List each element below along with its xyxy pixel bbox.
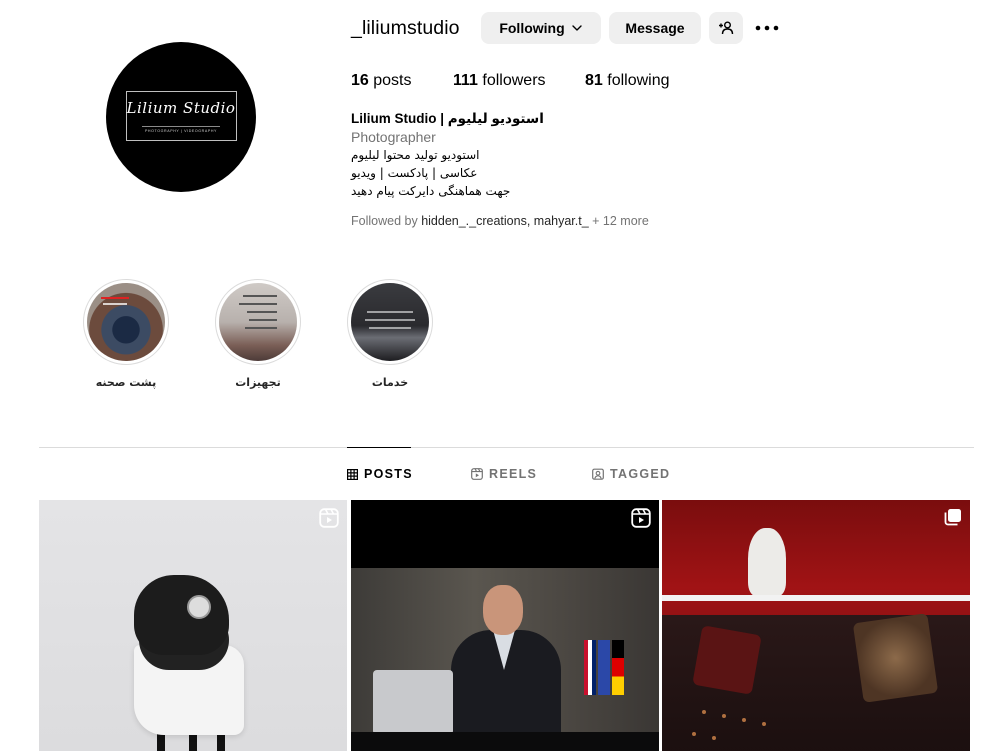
- tagged-icon: [592, 468, 604, 480]
- followed-by-prefix: Followed by: [351, 214, 422, 228]
- profile-avatar[interactable]: Lilium Studio PHOTOGRAPHY | VIDEOGRAPHY: [106, 42, 256, 192]
- highlight-ring: [83, 279, 169, 365]
- message-button-label: Message: [625, 20, 685, 36]
- post-image-glove: [134, 575, 229, 655]
- reels-icon: [471, 468, 483, 480]
- post-image-person: [451, 585, 561, 745]
- highlight-services[interactable]: خدمات: [347, 279, 433, 389]
- tab-posts[interactable]: POSTS: [347, 467, 413, 481]
- tab-label: TAGGED: [610, 467, 671, 481]
- post-tile[interactable]: [351, 500, 659, 751]
- followers-count: 111: [453, 72, 478, 89]
- highlight-thumbnail: [87, 283, 165, 361]
- highlight-behind-the-scenes[interactable]: پشت صحنه: [83, 279, 169, 389]
- highlight-label: تجهیزات: [235, 376, 281, 389]
- tab-tagged[interactable]: TAGGED: [592, 467, 670, 481]
- following-label: following: [607, 72, 670, 89]
- post-image-bust: [748, 528, 786, 596]
- post-image-laptop: [373, 670, 453, 735]
- posts-count: 16: [351, 72, 369, 89]
- bio-line: عکاسی | پادکست | ویدیو: [351, 166, 478, 180]
- stat-posts: 16 posts: [351, 72, 412, 90]
- stat-following[interactable]: 81 following: [585, 72, 670, 90]
- grid-icon: [347, 468, 358, 480]
- chevron-down-icon: [571, 25, 582, 31]
- highlight-ring: [215, 279, 301, 365]
- bio-line: جهت هماهنگی دایرکت پیام دهید: [351, 184, 511, 198]
- post-tile[interactable]: [39, 500, 347, 751]
- following-button[interactable]: Following: [481, 12, 601, 44]
- active-tab-indicator: [347, 447, 411, 448]
- highlight-thumbnail: [351, 283, 429, 361]
- carousel-icon: [944, 509, 961, 526]
- message-button[interactable]: Message: [609, 12, 701, 44]
- followed-by-account[interactable]: hidden_._creations: [421, 214, 527, 228]
- bio-line: استودیو تولید محتوا لیلیوم: [351, 148, 480, 162]
- followers-label: followers: [482, 72, 546, 89]
- stat-followers[interactable]: 111 followers: [453, 72, 546, 90]
- tab-label: POSTS: [364, 467, 413, 481]
- followed-by: Followed by hidden_._creations, mahyar.t…: [351, 214, 649, 228]
- tabs-divider: [39, 447, 974, 448]
- following-count: 81: [585, 72, 603, 89]
- tab-label: REELS: [489, 467, 538, 481]
- posts-label: posts: [373, 72, 412, 89]
- avatar-logo-subtitle: PHOTOGRAPHY | VIDEOGRAPHY: [144, 129, 218, 133]
- more-options-button[interactable]: [753, 16, 781, 40]
- profile-bio: Lilium Studio | استودیو لیلیوم Photograp…: [351, 110, 751, 200]
- followed-by-more[interactable]: + 12 more: [589, 214, 649, 228]
- highlight-label: خدمات: [371, 376, 409, 389]
- post-tile[interactable]: [662, 500, 970, 751]
- avatar-logo-name: Lilium Studio: [126, 99, 236, 117]
- bio-category: Photographer: [351, 129, 436, 145]
- suggested-users-button[interactable]: [709, 12, 743, 44]
- reels-icon: [631, 508, 651, 528]
- bio-name: Lilium Studio | استودیو لیلیوم: [351, 111, 544, 126]
- reels-icon: [319, 508, 339, 528]
- highlight-equipment[interactable]: تجهیزات: [215, 279, 301, 389]
- following-button-label: Following: [499, 20, 565, 36]
- followed-by-account[interactable]: mahyar.t_: [534, 214, 589, 228]
- highlight-label: پشت صحنه: [95, 376, 157, 389]
- ellipsis-icon: [755, 25, 779, 31]
- profile-username: _liliumstudio: [351, 17, 460, 39]
- highlight-thumbnail: [219, 283, 297, 361]
- highlight-ring: [347, 279, 433, 365]
- avatar-logo-rule: [142, 126, 220, 127]
- add-user-icon: [719, 21, 734, 35]
- followed-by-separator: ,: [526, 214, 534, 228]
- tab-reels[interactable]: REELS: [471, 467, 537, 481]
